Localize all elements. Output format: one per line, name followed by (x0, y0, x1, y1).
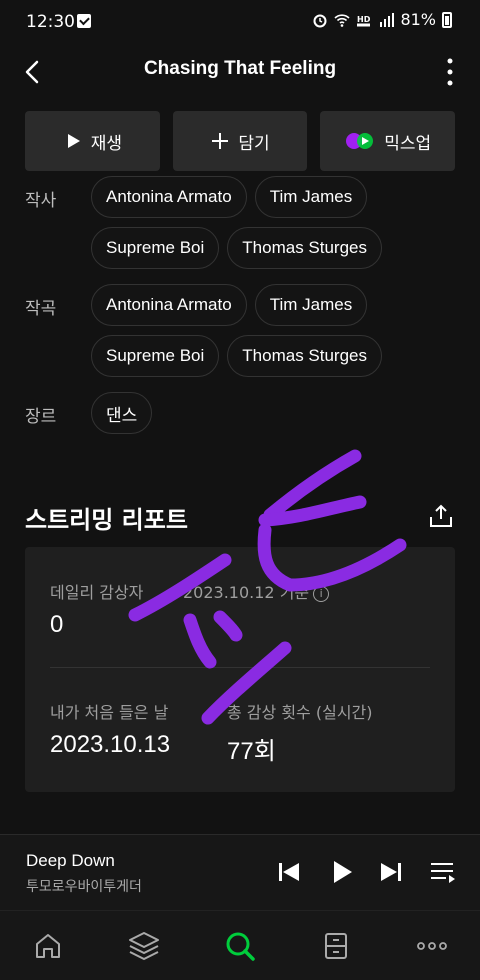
search-icon (226, 932, 255, 961)
composer-chip[interactable]: Supreme Boi (91, 335, 220, 377)
lyricist-chip[interactable]: Tim James (254, 176, 368, 218)
lyricist-chip[interactable]: Thomas Sturges (227, 227, 383, 269)
play-pause-icon[interactable] (327, 857, 357, 887)
kebab-menu-icon[interactable] (438, 54, 462, 90)
plus-icon (212, 133, 229, 149)
daily-listeners-label: 데일리 감상자 (50, 583, 144, 602)
nav-storage[interactable] (316, 926, 356, 966)
app-header: Chasing That Feeling (0, 44, 480, 100)
total-plays-label: 총 감상 횟수 (실시간) (227, 703, 373, 722)
add-button[interactable]: 담기 (172, 111, 308, 171)
composer-chip[interactable]: Tim James (254, 284, 368, 326)
previous-track-icon[interactable] (274, 857, 304, 887)
signal-icon (380, 12, 395, 27)
report-divider (50, 667, 430, 668)
bottom-nav (0, 910, 480, 980)
first-listen-value: 2023.10.13 (50, 731, 171, 758)
composer-chip[interactable]: Thomas Sturges (227, 335, 383, 377)
lyricist-label: 작사 (25, 191, 57, 211)
first-listen-label: 내가 처음 들은 날 (50, 703, 169, 722)
add-button-label: 담기 (238, 133, 270, 154)
lyricist-row: 작사 Antonina Armato Tim James Supreme Boi… (25, 176, 431, 269)
wifi-icon (334, 13, 350, 27)
layers-icon (129, 931, 159, 960)
composer-chips: Antonina Armato Tim James Supreme Boi Th… (91, 284, 431, 377)
nav-more[interactable] (412, 926, 452, 966)
more-icon (417, 941, 447, 950)
battery-percent: 81% (400, 10, 436, 29)
notification-check-icon (77, 14, 91, 28)
nav-home[interactable] (28, 926, 68, 966)
mixup-button-label: 믹스업 (384, 133, 432, 154)
action-buttons: 재생 담기 믹스업 (25, 111, 456, 171)
mini-player[interactable]: Deep Down 투모로우바이투게더 (0, 834, 480, 910)
report-title: 스트리밍 리포트 (25, 506, 188, 534)
composer-label: 작곡 (25, 299, 57, 319)
status-time: 12:30 (26, 12, 75, 32)
status-bar: 12:30 HD 81% (0, 0, 480, 44)
play-icon (67, 134, 80, 148)
status-icons: HD 81% (312, 10, 452, 29)
share-icon[interactable] (428, 503, 454, 529)
page-title: Chasing That Feeling (143, 58, 337, 79)
play-button[interactable]: 재생 (25, 111, 160, 171)
report-card: 데일리 감상자 2023.10.12 기준 i 0 내가 처음 들은 날 2023… (25, 547, 455, 792)
genre-row: 장르 댄스 (25, 392, 431, 434)
playlist-icon[interactable] (428, 857, 458, 887)
play-button-label: 재생 (90, 133, 122, 154)
nav-library[interactable] (124, 926, 164, 966)
daily-date: 2023.10.12 기준 (183, 583, 310, 602)
genre-chip[interactable]: 댄스 (91, 392, 153, 434)
storage-icon (325, 932, 347, 959)
lyricist-chip[interactable]: Supreme Boi (91, 227, 220, 269)
composer-row: 작곡 Antonina Armato Tim James Supreme Boi… (25, 284, 431, 377)
composer-chip[interactable]: Antonina Armato (91, 284, 247, 326)
info-icon[interactable]: i (313, 585, 330, 602)
battery-icon (442, 11, 452, 28)
mixup-icon (346, 133, 374, 149)
now-playing-artist: 투모로우바이투게더 (26, 879, 142, 895)
daily-date-label: 2023.10.12 기준 i (183, 579, 330, 603)
daily-listeners-value: 0 (50, 611, 64, 638)
alarm-icon (313, 14, 327, 27)
next-track-icon[interactable] (376, 857, 406, 887)
mixup-button[interactable]: 믹스업 (320, 111, 456, 171)
lyricist-chips: Antonina Armato Tim James Supreme Boi Th… (91, 176, 431, 269)
genre-chips: 댄스 (91, 392, 431, 434)
hd-voice-icon: HD (357, 15, 371, 26)
now-playing-title: Deep Down (26, 851, 115, 870)
lyricist-chip[interactable]: Antonina Armato (91, 176, 247, 218)
home-icon (36, 933, 60, 958)
nav-search[interactable] (220, 926, 260, 966)
svg-text:HD: HD (357, 15, 371, 24)
total-plays-value: 77회 (227, 738, 276, 765)
genre-label: 장르 (25, 407, 57, 427)
